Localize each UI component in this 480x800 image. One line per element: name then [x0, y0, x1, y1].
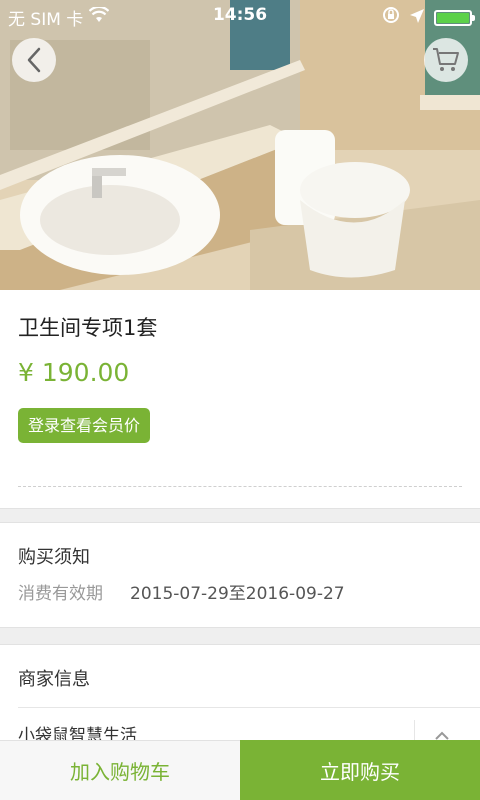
battery-icon [434, 9, 475, 26]
merchant-section: 商家信息 小袋鼠智慧生活 [0, 645, 480, 750]
product-title: 卫生间专项1套 [18, 316, 158, 340]
divider [18, 707, 480, 708]
section-title: 商家信息 [18, 669, 90, 690]
status-bar: 无 SIM 卡 14:56 [0, 0, 480, 32]
bottom-action-bar: 加入购物车 立即购买 [0, 740, 480, 800]
cart-icon [433, 48, 459, 71]
location-arrow-icon [410, 8, 424, 28]
member-price-login-button[interactable]: 登录查看会员价 [18, 408, 151, 443]
validity-label: 消费有效期 [18, 584, 103, 604]
bathroom-photo [0, 0, 480, 290]
validity-value: 2015-07-29至2016-09-27 [130, 584, 345, 604]
section-gap [0, 627, 480, 645]
lock-rotation-icon [382, 6, 400, 29]
buy-now-button[interactable]: 立即购买 [240, 740, 480, 800]
product-image [0, 0, 480, 290]
cart-button[interactable] [424, 38, 468, 82]
purchase-notice-section: 购买须知 消费有效期 2015-07-29至2016-09-27 [0, 523, 480, 627]
section-gap [0, 508, 480, 523]
product-price: ¥ 190.00 [18, 358, 130, 387]
product-info: 卫生间专项1套 ¥ 190.00 登录查看会员价 [0, 290, 480, 508]
back-arrow-icon [27, 47, 41, 73]
back-button[interactable] [12, 38, 56, 82]
dashed-divider [18, 486, 462, 487]
add-to-cart-button[interactable]: 加入购物车 [0, 740, 240, 800]
section-title: 购买须知 [18, 547, 90, 568]
